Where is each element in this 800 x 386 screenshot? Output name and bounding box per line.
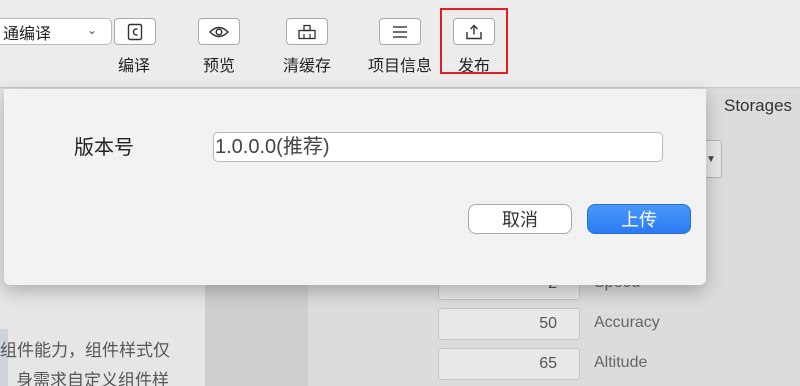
menu-lines-icon: [393, 25, 407, 38]
clear-cache-label: 清缓存: [283, 58, 332, 75]
left-text-line-1: 组件能力，组件样式仅: [0, 341, 170, 360]
project-info-tool[interactable]: 项目信息: [368, 18, 432, 76]
eye-icon: [209, 26, 229, 37]
altitude-field[interactable]: 65: [438, 348, 580, 380]
altitude-label: Altitude: [594, 354, 648, 371]
clear-cache-tool[interactable]: 清缓存: [283, 18, 331, 76]
publish-highlight-box: [440, 8, 508, 74]
project-info-button[interactable]: [379, 18, 421, 45]
upload-button[interactable]: 上传: [587, 204, 691, 234]
left-text-line-2: 身需求自定义组件样: [16, 371, 169, 386]
version-label: 版本号: [74, 137, 134, 159]
accuracy-field[interactable]: 50: [438, 308, 580, 340]
compile-icon: [127, 23, 143, 40]
preview-label: 预览: [202, 58, 235, 75]
version-input[interactable]: 1.0.0.0(推荐): [213, 132, 663, 162]
clear-cache-button[interactable]: [286, 18, 328, 45]
publish-dialog: 版本号 1.0.0.0(推荐) 取消 上传: [4, 89, 706, 285]
broom-icon: [298, 24, 316, 39]
compile-mode-value: 通编译: [3, 25, 52, 43]
preview-tool[interactable]: 预览: [198, 18, 240, 76]
chevron-down-icon: ⌄: [86, 23, 97, 37]
tab-storages[interactable]: Storages: [712, 89, 800, 123]
compile-mode-select[interactable]: 通编译 ⌄: [0, 18, 112, 45]
cancel-button[interactable]: 取消: [468, 204, 572, 234]
compile-button[interactable]: [114, 18, 156, 45]
toolbar: 通编译 ⌄ 编译 预览 清缓存 项目信息 发布: [0, 0, 800, 88]
accuracy-label: Accuracy: [594, 314, 660, 331]
compile-label: 编译: [118, 58, 151, 75]
preview-button[interactable]: [198, 18, 240, 45]
project-info-label: 项目信息: [368, 58, 433, 75]
